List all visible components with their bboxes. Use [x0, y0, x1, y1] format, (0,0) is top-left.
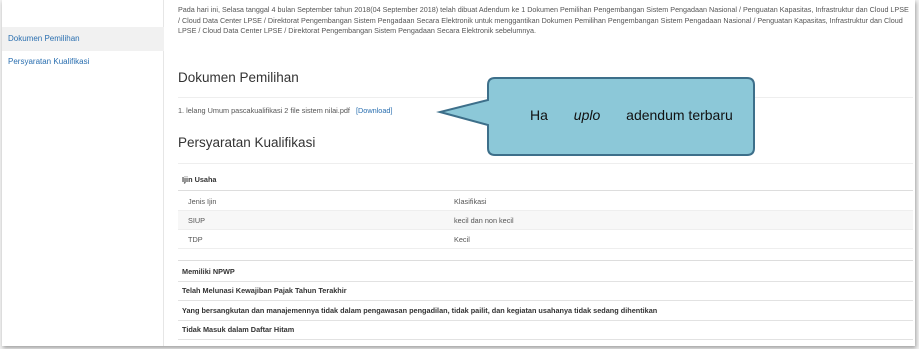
- table-cell: kecil dan non kecil: [454, 215, 514, 225]
- callout-text-part: adendum terbaru: [626, 107, 733, 123]
- divider: [178, 97, 913, 98]
- requirement-item: Memiliki NPWP: [182, 267, 235, 276]
- table-cell: SIUP: [188, 215, 206, 225]
- document-file-name: 1. lelang Umum pascakualifikasi 2 file s…: [178, 106, 350, 115]
- divider: [178, 300, 913, 301]
- divider: [178, 190, 913, 191]
- dokumen-pemilihan-heading: Dokumen Pemilihan: [178, 70, 299, 85]
- callout-text: Ha uplo adendum terbaru: [530, 107, 733, 123]
- table-cell: TDP: [188, 234, 203, 244]
- sidebar-item-persyaratan-kualifikasi[interactable]: Persyaratan Kualifikasi: [2, 56, 164, 68]
- callout-text-part: uplo: [573, 107, 601, 123]
- table-cell: Jenis Ijin: [188, 196, 217, 206]
- requirement-item: Tidak Masuk dalam Daftar Hitam: [182, 325, 295, 334]
- sidebar: Dokumen Pemilihan Persyaratan Kualifikas…: [2, 0, 164, 346]
- download-link[interactable]: [Download]: [356, 106, 393, 115]
- persyaratan-kualifikasi-heading: Persyaratan Kualifikasi: [178, 135, 316, 150]
- table-row: SIUP kecil dan non kecil: [178, 211, 913, 230]
- callout-text-part: Ha: [530, 107, 548, 123]
- main-content: Pada hari ini, Selasa tanggal 4 bulan Se…: [166, 0, 915, 346]
- divider: [178, 281, 913, 282]
- table-row: TDP Kecil: [178, 230, 913, 249]
- divider: [178, 320, 913, 321]
- addendum-intro-text: Pada hari ini, Selasa tanggal 4 bulan Se…: [178, 5, 909, 35]
- document-file-line: 1. lelang Umum pascakualifikasi 2 file s…: [178, 106, 392, 115]
- requirement-item: Telah Melunasi Kewajiban Pajak Tahun Ter…: [182, 286, 347, 295]
- document-window: Dokumen Pemilihan Persyaratan Kualifikas…: [2, 0, 915, 346]
- table-cell: Klasifikasi: [454, 196, 487, 206]
- divider: [178, 163, 913, 164]
- ijin-usaha-table: Jenis Ijin Klasifikasi SIUP kecil dan no…: [178, 192, 913, 249]
- table-header-row: Jenis Ijin Klasifikasi: [178, 192, 913, 211]
- divider: [178, 260, 913, 261]
- ijin-usaha-heading: Ijin Usaha: [182, 175, 217, 184]
- requirement-item: Yang bersangkutan dan manajemennya tidak…: [182, 306, 658, 315]
- sidebar-item-dokumen-pemilihan[interactable]: Dokumen Pemilihan: [2, 27, 164, 51]
- table-cell: Kecil: [454, 234, 470, 244]
- divider: [178, 339, 913, 340]
